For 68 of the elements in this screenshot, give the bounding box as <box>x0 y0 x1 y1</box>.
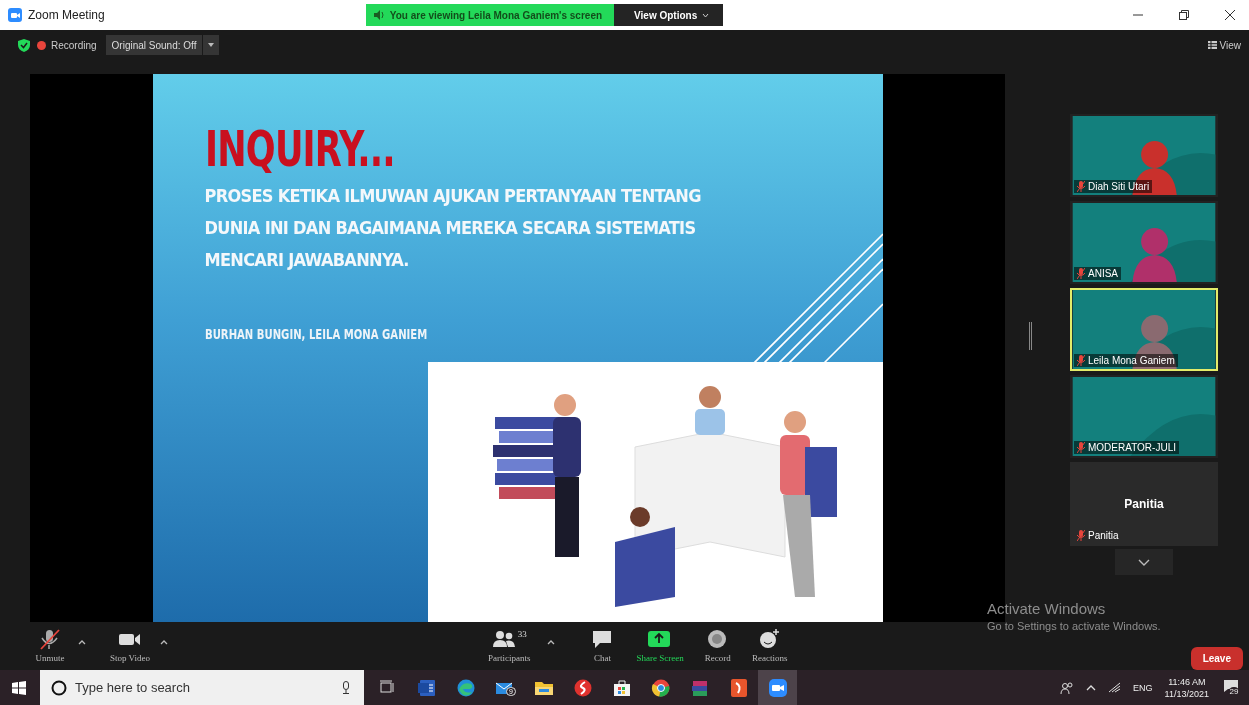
language-indicator[interactable]: ENG <box>1133 682 1153 693</box>
window-title: Zoom Meeting <box>28 8 105 22</box>
caret-icon <box>546 639 555 645</box>
resize-handle[interactable] <box>1029 322 1032 350</box>
caret-up-icon[interactable] <box>1086 684 1097 691</box>
share-screen-icon <box>648 629 673 650</box>
dropdown-button[interactable] <box>203 35 220 55</box>
app-icon <box>8 8 22 22</box>
leave-button[interactable]: Leave <box>1190 646 1243 670</box>
toolbar-button[interactable]: Chat <box>584 629 621 663</box>
microphone-icon <box>342 681 350 694</box>
clock-time[interactable]: 11:46 AM <box>1164 675 1209 688</box>
people-icon <box>491 629 516 650</box>
slide-text: MENCARI JAWABANNYA. <box>204 248 409 272</box>
slide-text: PROSES KETIKA ILMUWAN AJUKAN PERTANYAAN TENTANG <box>204 184 701 208</box>
participant-name: Panitia <box>1074 529 1122 542</box>
windows-start-icon[interactable] <box>12 680 26 695</box>
toolbar-button[interactable]: Record <box>699 629 736 663</box>
muted-mic-icon <box>38 629 62 650</box>
smiley-icon <box>757 629 782 650</box>
app-icon <box>728 677 749 698</box>
notification-icon <box>1223 679 1239 693</box>
activation-text: Go to Settings to activate Windows. <box>987 620 1161 632</box>
toolbar-button[interactable]: Share Screen <box>636 629 684 663</box>
participant-count: 33 <box>517 629 527 639</box>
taskbar-app[interactable] <box>758 670 797 705</box>
toolbar-button[interactable]: Stop Video <box>110 629 151 663</box>
search-icon <box>51 679 67 696</box>
slide-text: DUNIA INI DAN BAGAIMANA MEREKA SECARA SISTEMATIS <box>204 216 696 240</box>
recording-dot-icon <box>37 40 46 50</box>
close-icon[interactable] <box>1225 10 1235 20</box>
toolbar-button[interactable]: 33 Participants <box>488 629 531 663</box>
shopping-bag-icon <box>611 677 632 698</box>
shield-icon <box>18 38 30 52</box>
caret-icon <box>208 43 215 47</box>
toolbar-button[interactable]: Unmute <box>32 629 68 663</box>
slide-title: INQUIRY... <box>204 124 396 174</box>
recording-label: Recording <box>51 39 97 51</box>
original-sound-button[interactable]: Original Sound: Off <box>105 35 203 55</box>
speaker-icon <box>373 10 385 20</box>
browser-icon <box>455 677 476 698</box>
activation-title: Activate Windows <box>987 600 1107 617</box>
app-icon <box>650 677 671 698</box>
video-camera-icon <box>767 677 788 698</box>
caret-icon <box>78 639 86 645</box>
restore-icon[interactable] <box>1179 10 1189 20</box>
participant-name: ANISA <box>1074 267 1121 280</box>
notifications-button[interactable]: 29 <box>1221 679 1241 696</box>
caret-icon <box>160 639 169 645</box>
banner-text: You are viewing Leila Mona Ganiem's screen <box>389 9 603 21</box>
app-icon <box>572 677 593 698</box>
caret-icon <box>702 12 710 18</box>
participant-name: Leila Mona Ganiem <box>1074 354 1178 367</box>
view-button[interactable]: View <box>1207 39 1241 51</box>
participant-display-name: Panitia <box>1124 497 1164 511</box>
people-icon[interactable] <box>1060 681 1075 694</box>
wifi-icon[interactable] <box>1108 682 1122 693</box>
search-field[interactable]: Type here to search <box>40 670 364 705</box>
grid-icon <box>1207 41 1217 49</box>
clock-date[interactable]: 11/13/2021 <box>1164 687 1209 700</box>
participant-name: MODERATOR-JULI <box>1074 441 1179 454</box>
participant-name: Diah Siti Utari <box>1074 180 1153 193</box>
slide-authors: BURHAN BUNGIN, LEILA MONA GANIEM <box>204 326 428 342</box>
toolbar-button[interactable]: Reactions <box>751 629 788 663</box>
document-icon <box>416 677 437 698</box>
chevron-down-icon <box>1138 558 1150 566</box>
view-options-button[interactable]: View Options <box>614 4 724 26</box>
search-input[interactable]: Type here to search <box>75 670 334 705</box>
